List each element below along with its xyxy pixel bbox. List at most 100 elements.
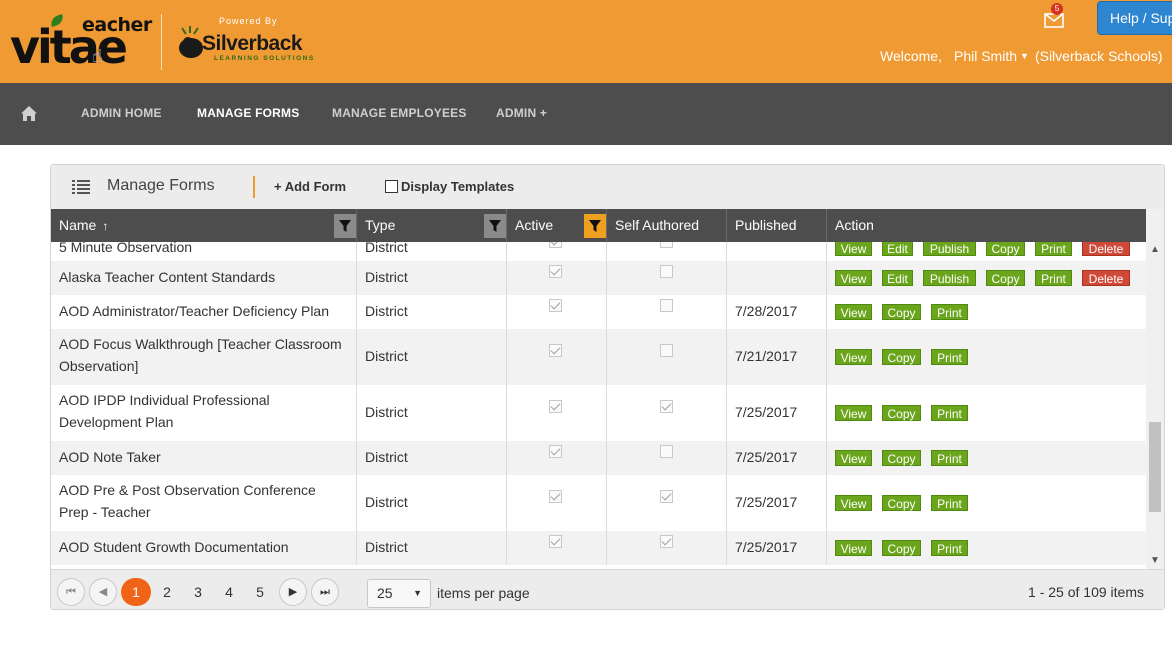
column-header-published[interactable]: Published [727, 209, 827, 242]
last-page-button[interactable]: ⏭ [311, 578, 339, 606]
cell-type: District [357, 385, 507, 441]
print-button[interactable]: Print [1035, 270, 1072, 286]
print-button[interactable]: Print [931, 304, 968, 320]
published-date: 7/25/2017 [735, 494, 798, 510]
filter-icon [589, 220, 601, 232]
copy-button[interactable]: Copy [882, 495, 921, 511]
table-row: AOD Focus Walkthrough [Teacher Classroom… [51, 329, 1146, 385]
first-page-button[interactable]: ⏮ [57, 578, 85, 606]
grid-body: 5 Minute Observation District View Edit Publ… [51, 242, 1146, 569]
print-button[interactable]: Print [1035, 242, 1072, 256]
table-row: AOD Note Taker District 7/25/2017 View Copy P… [51, 441, 1146, 475]
scroll-thumb[interactable] [1149, 422, 1161, 512]
page-3-button[interactable]: 3 [183, 578, 213, 606]
form-name: AOD Focus Walkthrough [Teacher Classroom [59, 336, 342, 352]
sort-asc-icon: ↑ [102, 219, 109, 233]
grid-header-spacer [1146, 209, 1164, 242]
cell-actions: View Copy Print [827, 329, 1146, 385]
copy-button[interactable]: Copy [882, 304, 921, 320]
self-authored-checkbox [660, 535, 673, 548]
cell-type: District [357, 441, 507, 475]
active-filter-button[interactable] [584, 214, 606, 238]
cell-type: District [357, 531, 507, 565]
scroll-down-icon[interactable]: ▼ [1150, 555, 1160, 566]
page-2-button[interactable]: 2 [152, 578, 182, 606]
user-menu[interactable]: Phil Smith ▼ [954, 48, 1029, 64]
column-header-type-label: Type [365, 217, 396, 233]
column-header-active-label: Active [515, 217, 554, 233]
publish-button[interactable]: Publish [923, 242, 976, 256]
items-per-page-select[interactable]: 25 ▼ [367, 579, 431, 608]
help-support-button[interactable]: Help / Support [1097, 1, 1172, 35]
form-name: 5 Minute Observation [59, 242, 193, 255]
display-templates-label[interactable]: Display Templates [401, 179, 514, 194]
display-templates-checkbox[interactable] [385, 180, 398, 193]
cell-type: District [357, 261, 507, 295]
column-header-active[interactable]: Active [507, 209, 607, 242]
cell-self-authored [607, 385, 727, 441]
table-row: AOD Pre & Post Observation Conference Pre… [51, 475, 1146, 531]
view-button[interactable]: View [835, 405, 872, 421]
list-icon [72, 180, 90, 194]
copy-button[interactable]: Copy [882, 450, 921, 466]
print-button[interactable]: Print [931, 405, 968, 421]
column-header-type[interactable]: Type [357, 209, 507, 242]
delete-button[interactable]: Delete [1082, 242, 1130, 256]
filter-icon [339, 220, 351, 232]
print-button[interactable]: Print [931, 495, 968, 511]
name-filter-button[interactable] [334, 214, 356, 238]
page-1-button[interactable]: 1 [121, 578, 151, 606]
view-button[interactable]: View [835, 540, 872, 556]
logo-teacher-text: eacher [82, 14, 152, 36]
type-filter-button[interactable] [484, 214, 506, 238]
next-page-button[interactable]: ▶ [279, 578, 307, 606]
cell-active [507, 475, 607, 531]
copy-button[interactable]: Copy [882, 405, 921, 421]
print-button[interactable]: Print [931, 349, 968, 365]
active-checkbox [549, 400, 562, 413]
publish-button[interactable]: Publish [923, 270, 976, 286]
print-button[interactable]: Print [931, 450, 968, 466]
add-form-button[interactable]: + Add Form [274, 179, 346, 194]
nav-admin-home[interactable]: ADMIN HOME [81, 106, 162, 120]
welcome-area: Welcome, Phil Smith ▼ (Silverback Schools) [880, 48, 1163, 64]
cell-active [507, 295, 607, 329]
self-authored-checkbox [660, 242, 673, 248]
nav-admin-plus[interactable]: ADMIN + [496, 106, 547, 120]
home-icon[interactable] [20, 105, 38, 122]
page-5-button[interactable]: 5 [245, 578, 275, 606]
column-header-name[interactable]: Name ↑ [51, 209, 357, 242]
grid-scrollbar[interactable]: ▲ ▼ [1146, 242, 1164, 569]
copy-button[interactable]: Copy [986, 242, 1025, 256]
view-button[interactable]: View [835, 242, 872, 256]
view-button[interactable]: View [835, 270, 872, 286]
cell-name: AOD Administrator/Teacher Deficiency Pla… [51, 295, 357, 329]
copy-button[interactable]: Copy [986, 270, 1025, 286]
active-checkbox [549, 265, 562, 278]
edit-button[interactable]: Edit [882, 242, 913, 256]
copy-button[interactable]: Copy [882, 349, 921, 365]
active-checkbox [549, 299, 562, 312]
caret-down-icon: ▼ [1020, 51, 1029, 61]
copy-button[interactable]: Copy [882, 540, 921, 556]
edit-button[interactable]: Edit [882, 270, 913, 286]
view-button[interactable]: View [835, 304, 872, 320]
scroll-up-icon[interactable]: ▲ [1150, 244, 1160, 255]
view-button[interactable]: View [835, 495, 872, 511]
cell-published: 7/21/2017 [727, 329, 827, 385]
cell-actions: View Copy Print [827, 475, 1146, 531]
delete-button[interactable]: Delete [1082, 270, 1130, 286]
view-button[interactable]: View [835, 349, 872, 365]
cell-type: District [357, 329, 507, 385]
cell-actions: View Edit Publish Copy Print Delete [827, 242, 1146, 261]
print-button[interactable]: Print [931, 540, 968, 556]
prev-page-button[interactable]: ◀ [89, 578, 117, 606]
column-header-self-authored[interactable]: Self Authored [607, 209, 727, 242]
cell-type: District [357, 242, 507, 261]
nav-manage-employees[interactable]: MANAGE EMPLOYEES [332, 106, 467, 120]
form-name-line2: Development Plan [59, 414, 174, 430]
teacher-vitae-logo[interactable]: vitae eacher ☝ [10, 10, 152, 72]
page-4-button[interactable]: 4 [214, 578, 244, 606]
nav-manage-forms[interactable]: MANAGE FORMS [197, 106, 299, 120]
view-button[interactable]: View [835, 450, 872, 466]
